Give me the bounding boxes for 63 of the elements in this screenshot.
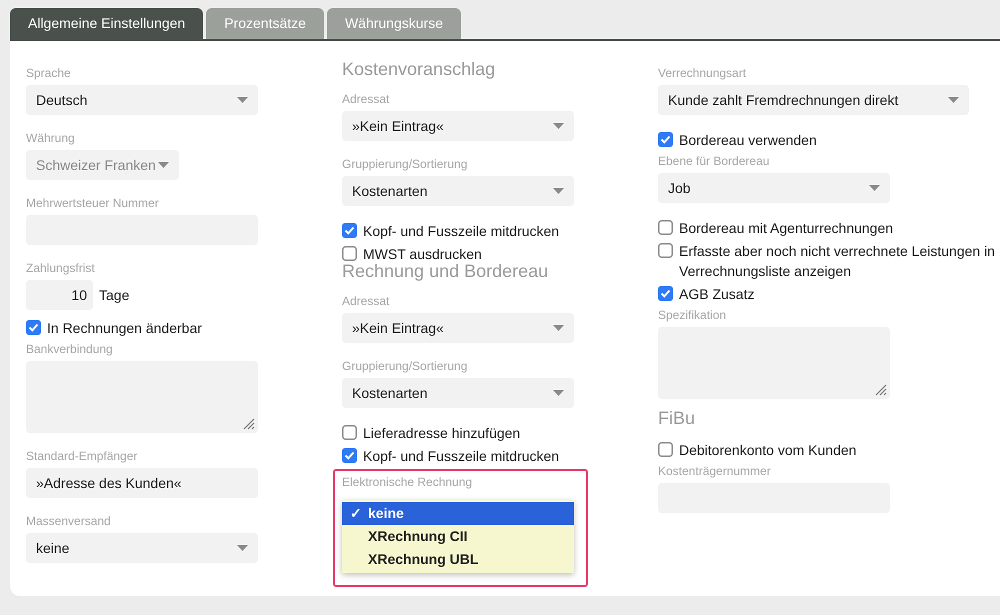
- checkbox-label: Debitorenkonto vom Kunden: [679, 441, 856, 460]
- field-label: Standard-Empfänger: [26, 448, 138, 464]
- checkbox[interactable]: [658, 220, 673, 235]
- checkbox-label: Lieferadresse hinzufügen: [363, 424, 520, 443]
- caret-icon: [553, 390, 564, 396]
- select-dropdown[interactable]: keine: [26, 533, 258, 563]
- checkbox[interactable]: [658, 286, 673, 301]
- number-field[interactable]: 10: [26, 280, 93, 310]
- checkbox[interactable]: [342, 425, 357, 440]
- checkbox-label: Bordereau mit Agenturrechnungen: [679, 219, 894, 238]
- checkbox[interactable]: [342, 223, 357, 238]
- checkbox[interactable]: [26, 320, 41, 335]
- field-label: Ebene für Bordereau: [658, 153, 770, 169]
- input-field[interactable]: »Adresse des Kunden«: [26, 468, 258, 498]
- field-label: Währung: [26, 130, 76, 146]
- field-label: Gruppierung/Sortierung: [342, 358, 468, 374]
- checkbox-label: Kopf- und Fusszeile mitdrucken: [363, 222, 560, 241]
- section-heading: Kostenvoranschlag: [342, 58, 496, 81]
- checkbox-label: AGB Zusatz: [679, 285, 754, 304]
- caret-icon: [158, 162, 169, 168]
- checkbox[interactable]: [658, 442, 673, 457]
- checkbox-label: Bordereau verwenden: [679, 131, 817, 150]
- field-label: Adressat: [342, 293, 390, 309]
- select-dropdown[interactable]: Kostenarten: [342, 378, 574, 408]
- caret-icon: [553, 123, 564, 129]
- field-label: Spezifikation: [658, 307, 728, 323]
- caret-icon: [869, 185, 880, 191]
- checkbox[interactable]: [342, 246, 357, 261]
- tab[interactable]: Allgemeine Einstellungen: [10, 8, 204, 39]
- unit-label: Tage: [99, 286, 130, 305]
- checkbox-label: Kopf- und Fusszeile mitdrucken: [363, 447, 560, 466]
- select-dropdown[interactable]: Deutsch: [26, 85, 258, 115]
- dropdown-option[interactable]: XRechnung UBL: [342, 548, 574, 571]
- dropdown-option[interactable]: XRechnung CII: [342, 525, 574, 548]
- field-label: Verrechnungsart: [658, 65, 748, 81]
- checkbox-label: In Rechnungen änderbar: [47, 319, 202, 338]
- checkbox[interactable]: [658, 243, 673, 258]
- field-label: Adressat: [342, 91, 390, 107]
- dropdown-option[interactable]: ✓ keine: [342, 502, 574, 525]
- caret-icon: [553, 188, 564, 194]
- checkbox[interactable]: [342, 448, 357, 463]
- select-dropdown[interactable]: Kunde zahlt Fremdrechnungen direkt: [658, 85, 969, 115]
- select-dropdown[interactable]: Job: [658, 173, 890, 203]
- caret-icon: [237, 545, 248, 551]
- resize-handle-icon[interactable]: [875, 384, 887, 396]
- checkbox-label: Erfasste aber noch nicht verrechnete Leistungen in Verrechnungsliste anzeigen: [679, 242, 996, 281]
- field-label: Massenversand: [26, 513, 112, 529]
- select-dropdown[interactable]: »Kein Eintrag«: [342, 111, 574, 141]
- select-dropdown[interactable]: Kostenarten: [342, 176, 574, 206]
- resize-handle-icon[interactable]: [243, 418, 255, 430]
- field-label: Mehrwertsteuer Nummer: [26, 195, 160, 211]
- section-heading: FiBu: [658, 407, 696, 430]
- select-dropdown[interactable]: »Kein Eintrag«: [342, 313, 574, 343]
- caret-icon: [948, 97, 959, 103]
- caret-icon: [553, 325, 564, 331]
- caret-icon: [237, 97, 248, 103]
- field-label: Sprache: [26, 65, 72, 81]
- field-label: Gruppierung/Sortierung: [342, 156, 468, 172]
- field-label: Zahlungsfrist: [26, 260, 96, 276]
- field-label: Bankverbindung: [26, 341, 114, 357]
- field-label: Elektronische Rechnung: [342, 474, 474, 490]
- field-label: Kostenträgernummer: [658, 463, 772, 479]
- checkbox[interactable]: [658, 132, 673, 147]
